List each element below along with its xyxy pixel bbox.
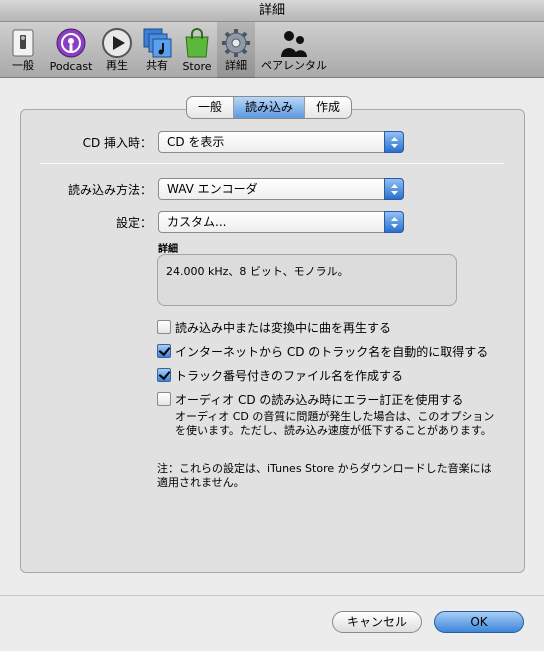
toolbar-general-label: 一般 <box>12 59 34 72</box>
gear-icon <box>222 29 250 57</box>
checkbox-box[interactable] <box>157 320 171 334</box>
cancel-button[interactable]: キャンセル <box>332 611 422 633</box>
popup-arrows-icon <box>384 211 404 233</box>
popup-arrows-icon <box>384 131 404 153</box>
checkbox-box[interactable] <box>157 392 171 406</box>
setting-value: カスタム... <box>167 215 227 229</box>
ok-button[interactable]: OK <box>434 611 524 633</box>
checkbox-label: 読み込み中または変換中に曲を再生する <box>175 321 392 335</box>
toolbar-advanced[interactable]: 詳細 <box>217 22 255 78</box>
toolbar-playback[interactable]: 再生 <box>100 22 134 78</box>
switch-icon <box>12 29 34 57</box>
toolbar-parental[interactable]: ペアレンタル <box>258 22 330 78</box>
error-correction-note-line1: オーディオ CD の音質に問題が発生した場合は、このオプション <box>175 410 495 423</box>
store-bag-icon <box>185 28 209 58</box>
parental-icon <box>281 31 307 57</box>
checkbox-box[interactable] <box>157 368 171 382</box>
checkbox-label: トラック番号付きのファイル名を作成する <box>175 369 404 383</box>
toolbar-advanced-label: 詳細 <box>225 59 247 72</box>
podcast-icon <box>56 28 86 58</box>
footer-note: 注：これらの設定は、iTunes Store からダウンロードした音楽には 適用… <box>157 462 492 490</box>
details-title: 詳細 <box>158 244 178 255</box>
window-title: 詳細 <box>0 0 544 22</box>
shared-music-icon <box>143 28 172 58</box>
import-method-popup[interactable]: WAV エンコーダ <box>158 178 404 200</box>
cd-insert-value: CD を表示 <box>167 135 225 149</box>
error-correction-note: オーディオ CD の音質に問題が発生した場合は、このオプション を使います。ただ… <box>175 410 494 438</box>
details-box: 24.000 kHz、8 ビット、モノラル。 <box>157 254 457 306</box>
import-method-label: 読み込み方法： <box>67 183 152 197</box>
track-number-filenames-checkbox[interactable]: トラック番号付きのファイル名を作成する <box>157 367 403 384</box>
preferences-toolbar: 一般 Podcast 再生 共有 Store 詳細 ペアレンタル <box>0 22 544 78</box>
popup-arrows-icon <box>384 178 404 200</box>
section-divider <box>40 163 504 164</box>
tab-general[interactable]: 一般 <box>187 97 235 118</box>
play-icon <box>102 28 132 58</box>
toolbar-parental-label: ペアレンタル <box>261 59 327 72</box>
preferences-window: 詳細 一般 Podcast 再生 共有 Store 詳細 ペアレンタル 一般 読… <box>0 0 544 651</box>
setting-label: 設定： <box>115 216 152 230</box>
checkbox-label: オーディオ CD の読み込み時にエラー訂正を使用する <box>175 393 464 407</box>
toolbar-store-label: Store <box>182 60 212 73</box>
setting-popup[interactable]: カスタム... <box>158 211 404 233</box>
footer-note-line1: 注：これらの設定は、iTunes Store からダウンロードした音楽には <box>157 462 492 475</box>
details-text: 24.000 kHz、8 ビット、モノラル。 <box>166 265 349 278</box>
tab-bar: 一般 読み込み 作成 <box>186 96 353 119</box>
error-correction-checkbox[interactable]: オーディオ CD の読み込み時にエラー訂正を使用する <box>157 391 463 408</box>
toolbar-podcast[interactable]: Podcast <box>46 22 96 78</box>
toolbar-store[interactable]: Store <box>178 22 216 78</box>
toolbar-general[interactable]: 一般 <box>4 22 42 78</box>
toolbar-sharing-label: 共有 <box>146 59 168 72</box>
error-correction-note-line2: を使います。ただし、読み込み速度が低下することがあります。 <box>175 424 492 437</box>
cd-insert-popup[interactable]: CD を表示 <box>158 131 404 153</box>
cd-insert-label: CD 挿入時： <box>82 136 152 150</box>
tab-burning[interactable]: 作成 <box>305 97 351 118</box>
checkbox-box[interactable] <box>157 344 171 358</box>
auto-retrieve-track-names-checkbox[interactable]: インターネットから CD のトラック名を自動的に取得する <box>157 343 488 360</box>
tab-import[interactable]: 読み込み <box>234 97 306 118</box>
toolbar-sharing[interactable]: 共有 <box>138 22 176 78</box>
toolbar-playback-label: 再生 <box>106 59 128 72</box>
checkbox-label: インターネットから CD のトラック名を自動的に取得する <box>175 345 489 359</box>
toolbar-podcast-label: Podcast <box>49 60 93 73</box>
play-while-importing-checkbox[interactable]: 読み込み中または変換中に曲を再生する <box>157 319 391 336</box>
import-method-value: WAV エンコーダ <box>167 182 258 196</box>
bottom-separator <box>0 595 544 596</box>
footer-note-line2: 適用されません。 <box>157 476 245 489</box>
